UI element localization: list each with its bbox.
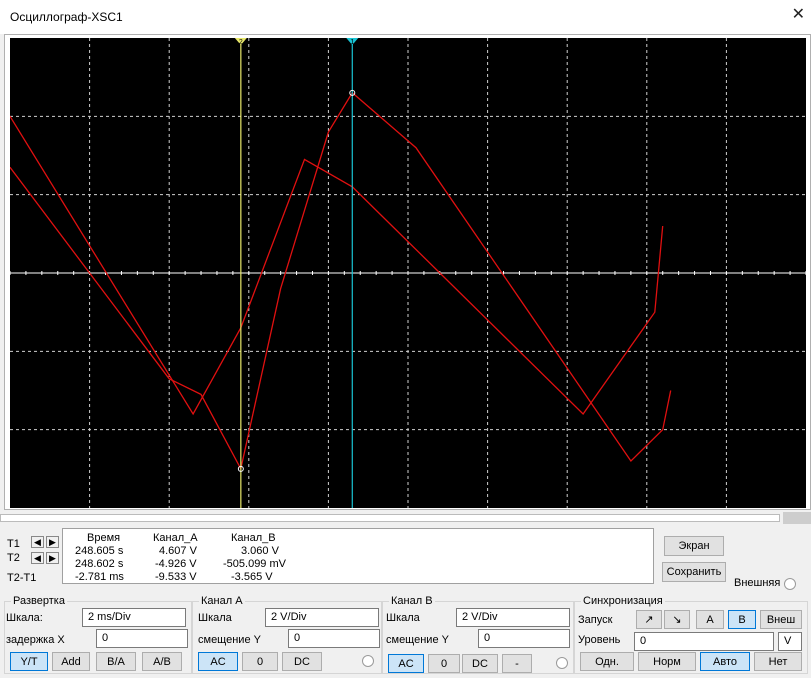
waveform-display: 21 bbox=[9, 38, 807, 508]
channel-a-title: Канал A bbox=[199, 595, 245, 607]
trigger-source-ext-button[interactable]: Внеш bbox=[760, 610, 802, 629]
channel-a-ac-button[interactable]: AC bbox=[198, 652, 238, 671]
t2-t1-label: T2-T1 bbox=[7, 572, 37, 584]
trigger-level-field[interactable]: 0 bbox=[634, 632, 774, 651]
channel-b-zero-button[interactable]: 0 bbox=[428, 654, 460, 673]
trigger-auto-button[interactable]: Авто bbox=[700, 652, 750, 671]
trigger-source-a-button[interactable]: A bbox=[696, 610, 724, 629]
trigger-level-label: Уровень bbox=[578, 634, 621, 646]
channel-b-radio[interactable] bbox=[556, 657, 568, 669]
channel-b-title: Канал B bbox=[389, 595, 435, 607]
cursor-t1-number: 1 bbox=[350, 39, 354, 46]
close-icon[interactable]: ✕ bbox=[792, 4, 805, 24]
t1-channel-a: 4.607 V bbox=[159, 545, 197, 557]
channel-a-offset-field[interactable]: 0 bbox=[288, 629, 380, 648]
delay-x-field[interactable]: 0 bbox=[96, 629, 188, 648]
t2-left-arrow-icon[interactable]: ◀ bbox=[31, 552, 44, 564]
scrollbar-right-area[interactable] bbox=[783, 512, 811, 524]
trigger-level-unit[interactable]: V bbox=[778, 632, 802, 651]
trigger-rising-edge-icon[interactable]: ↗ bbox=[636, 610, 662, 629]
channel-b-scale-field[interactable]: 2 V/Div bbox=[456, 608, 570, 627]
waveform-trace bbox=[9, 91, 672, 471]
diff-time: -2.781 ms bbox=[75, 571, 124, 583]
mode-add-button[interactable]: Add bbox=[52, 652, 90, 671]
channel-a-dc-button[interactable]: DC bbox=[282, 652, 322, 671]
trigger-single-button[interactable]: Одн. bbox=[580, 652, 634, 671]
cursor-readout: Время Канал_A Канал_B 248.605 s 4.607 V … bbox=[62, 528, 654, 584]
diff-channel-a: -9.533 V bbox=[155, 571, 197, 583]
delay-x-label: задержка X bbox=[6, 634, 65, 646]
header-channel-a: Канал_A bbox=[153, 532, 198, 544]
t2-channel-b: -505.099 mV bbox=[223, 558, 286, 570]
channel-a-scale-label: Шкала bbox=[198, 612, 232, 624]
channel-b-offset-field[interactable]: 0 bbox=[478, 629, 570, 648]
window-title: Осциллограф-XSC1 bbox=[10, 10, 123, 24]
t1-right-arrow-icon[interactable]: ▶ bbox=[46, 536, 59, 548]
scope-screen: 21 bbox=[9, 38, 807, 508]
trigger-start-label: Запуск bbox=[578, 614, 613, 626]
title-bar: Осциллограф-XSC1 ✕ bbox=[0, 0, 811, 34]
mode-ab-button[interactable]: A/B bbox=[142, 652, 182, 671]
screen-button[interactable]: Экран bbox=[664, 536, 724, 556]
header-channel-b: Канал_B bbox=[231, 532, 276, 544]
trigger-none-button[interactable]: Нет bbox=[754, 652, 802, 671]
timebase-scale-label: Шкала: bbox=[6, 612, 43, 624]
channel-b-scale-label: Шкала bbox=[386, 612, 420, 624]
mode-yt-button[interactable]: Y/T bbox=[10, 652, 48, 671]
diff-channel-b: -3.565 V bbox=[231, 571, 273, 583]
trigger-normal-button[interactable]: Норм bbox=[638, 652, 696, 671]
t2-label: T2 bbox=[7, 552, 20, 564]
external-label: Внешняя bbox=[734, 577, 781, 589]
t2-channel-a: -4.926 V bbox=[155, 558, 197, 570]
channel-a-zero-button[interactable]: 0 bbox=[242, 652, 278, 671]
mode-ba-button[interactable]: B/A bbox=[96, 652, 136, 671]
waveform-trace bbox=[9, 115, 664, 416]
trigger-falling-edge-icon[interactable]: ↘ bbox=[664, 610, 690, 629]
channel-a-scale-field[interactable]: 2 V/Div bbox=[265, 608, 379, 627]
header-time: Время bbox=[87, 532, 121, 544]
t2-time: 248.602 s bbox=[75, 558, 124, 570]
horizontal-scrollbar[interactable] bbox=[0, 512, 811, 524]
timebase-title: Развертка bbox=[11, 595, 67, 607]
trigger-source-b-button[interactable]: B bbox=[728, 610, 756, 629]
timebase-scale-field[interactable]: 2 ms/Div bbox=[82, 608, 186, 627]
channel-b-offset-label: смещение Y bbox=[386, 634, 449, 646]
t2-right-arrow-icon[interactable]: ▶ bbox=[46, 552, 59, 564]
external-radio[interactable] bbox=[784, 578, 796, 590]
t1-left-arrow-icon[interactable]: ◀ bbox=[31, 536, 44, 548]
trigger-title: Синхронизация bbox=[581, 595, 665, 607]
t1-time: 248.605 s bbox=[75, 545, 124, 557]
t1-channel-b: 3.060 V bbox=[241, 545, 279, 557]
channel-b-minus-button[interactable]: - bbox=[502, 654, 532, 673]
save-button[interactable]: Сохранить bbox=[662, 562, 726, 582]
channel-a-offset-label: смещение Y bbox=[198, 634, 261, 646]
channel-a-radio[interactable] bbox=[362, 655, 374, 667]
cursor-t2-number: 2 bbox=[239, 39, 243, 46]
channel-b-ac-button[interactable]: AC bbox=[388, 654, 424, 673]
channel-b-dc-button[interactable]: DC bbox=[462, 654, 498, 673]
t1-label: T1 bbox=[7, 538, 20, 550]
scrollbar-thumb[interactable] bbox=[0, 514, 780, 522]
